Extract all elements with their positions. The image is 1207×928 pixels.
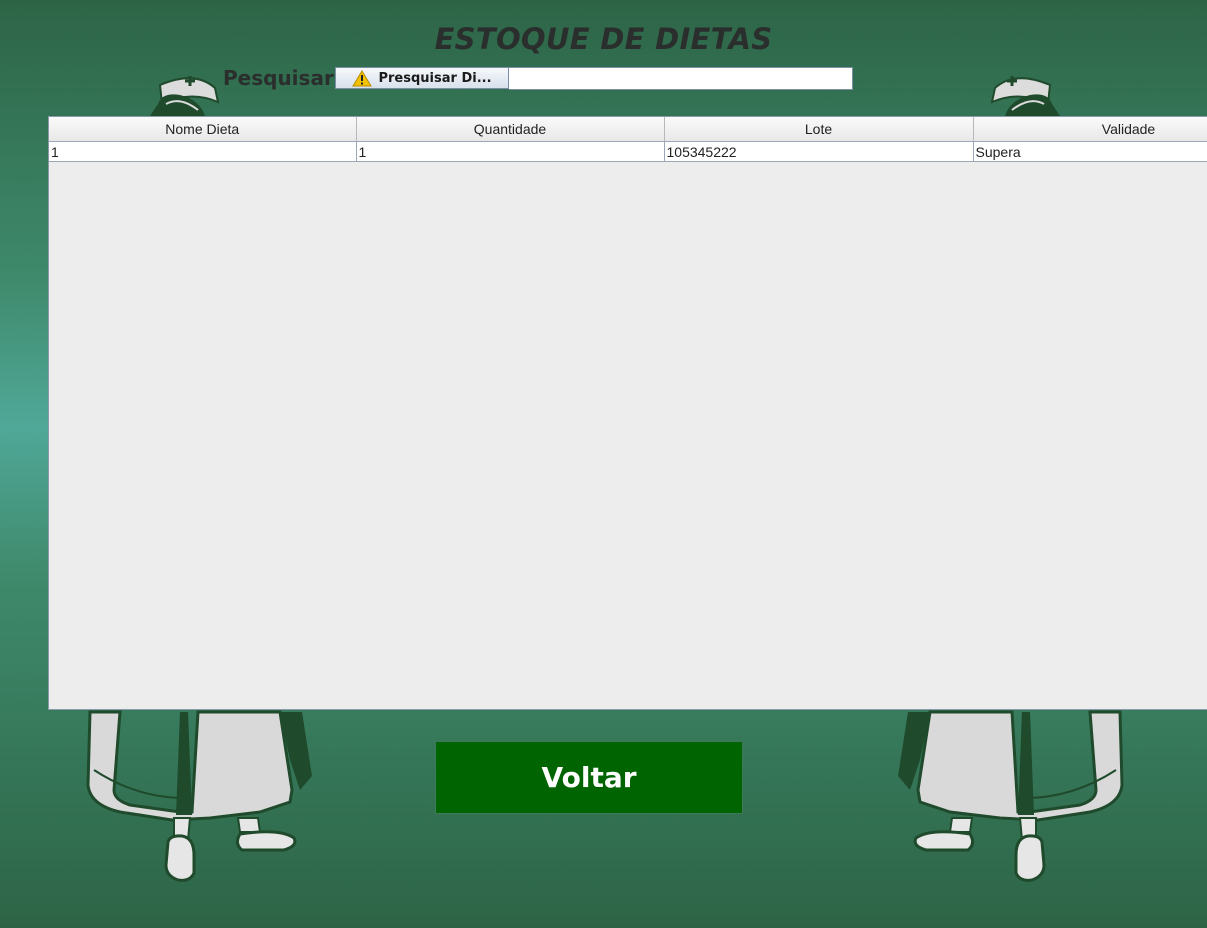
- column-header-lote[interactable]: Lote: [664, 117, 974, 142]
- search-button[interactable]: Presquisar Di...: [335, 67, 509, 89]
- column-header-quantidade[interactable]: Quantidade: [356, 117, 665, 142]
- search-label: Pesquisar:: [223, 66, 342, 90]
- search-button-label: Presquisar Di...: [378, 70, 492, 86]
- table-cell[interactable]: 105345222: [664, 141, 974, 162]
- search-input[interactable]: [509, 67, 853, 90]
- column-header-nome-dieta[interactable]: Nome Dieta: [49, 117, 357, 142]
- table-cell[interactable]: 1: [49, 141, 357, 162]
- table-cell[interactable]: 1: [356, 141, 665, 162]
- back-button[interactable]: Voltar: [435, 741, 743, 814]
- column-header-validade[interactable]: Validade: [973, 117, 1207, 142]
- table-header-row: Nome Dieta Quantidade Lote Validade: [49, 117, 1207, 142]
- page-title: ESTOQUE DE DIETAS: [434, 22, 773, 56]
- table-row[interactable]: 1 1 105345222 Supera: [49, 141, 1207, 162]
- table-cell[interactable]: Supera: [973, 141, 1207, 162]
- warning-icon: [352, 69, 373, 86]
- diet-stock-table[interactable]: Nome Dieta Quantidade Lote Validade 1 1 …: [48, 116, 1207, 710]
